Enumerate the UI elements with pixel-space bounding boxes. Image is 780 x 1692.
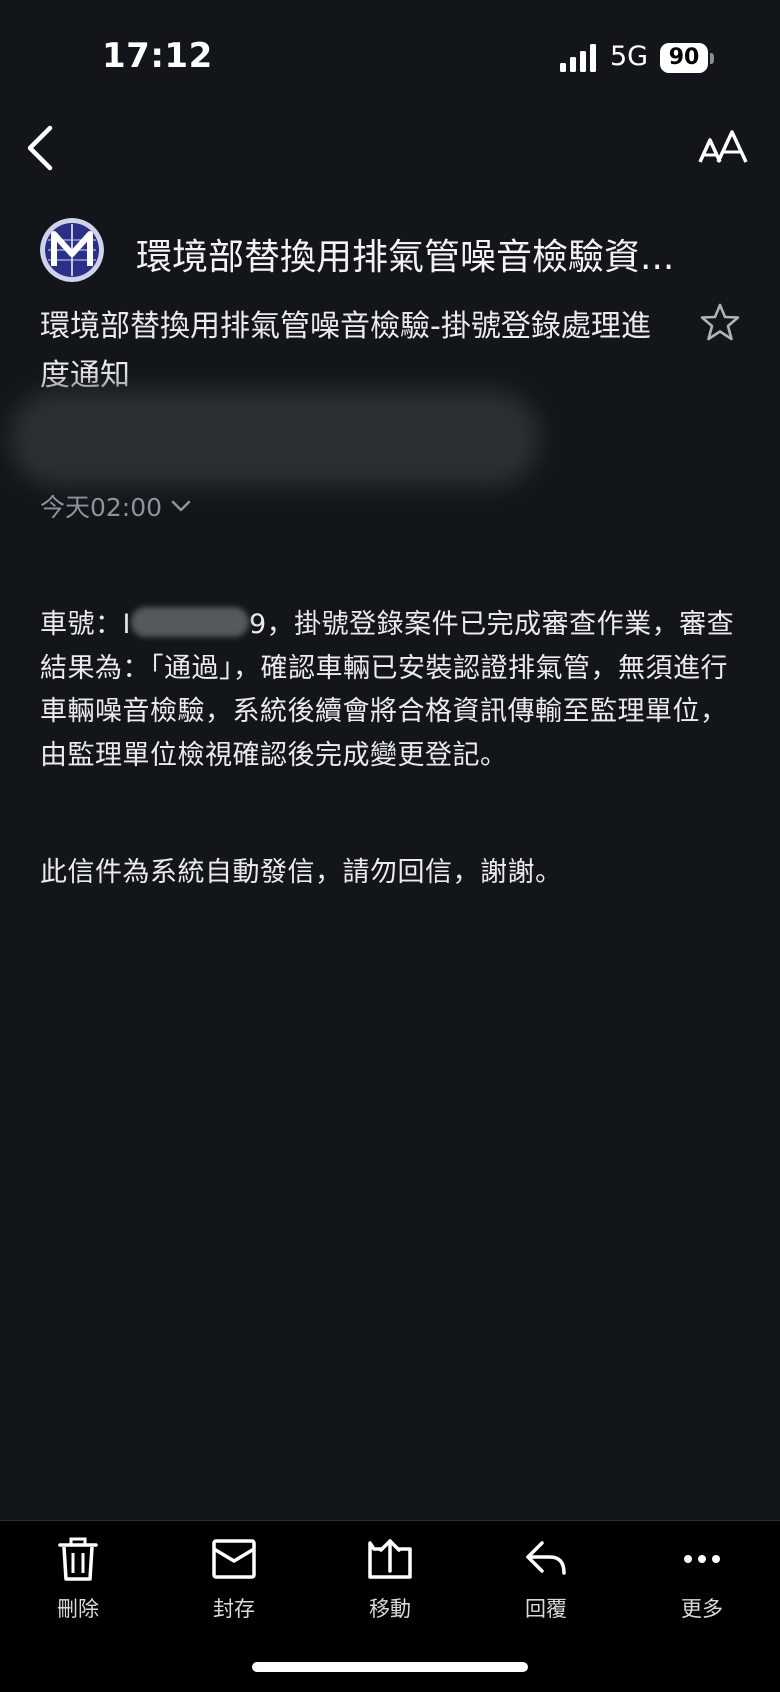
reply-label: 回覆: [525, 1597, 567, 1621]
reply-button[interactable]: 回覆: [491, 1535, 601, 1635]
move-label: 移動: [369, 1597, 411, 1621]
status-bar: 17:12 5G 90: [0, 0, 780, 110]
move-to-folder-icon: [368, 1539, 412, 1579]
sender-logo-icon: [40, 218, 104, 282]
delete-button[interactable]: 刪除: [23, 1535, 133, 1635]
plate-start: I: [122, 609, 131, 640]
email-body-note: 此信件為系統自動發信，請勿回信，謝謝。: [40, 857, 563, 888]
chevron-down-icon: [171, 500, 191, 512]
move-button[interactable]: 移動: [335, 1535, 445, 1635]
sender-avatar: [40, 218, 104, 282]
battery-level: 90: [660, 43, 708, 73]
email-body-paragraph: 車號：I 9，掛號登錄案件已完成審查作業，審查結果為：「通過」，確認車輛已安裝認證…: [40, 603, 740, 777]
back-button[interactable]: [22, 118, 62, 178]
text-size-icon: [698, 130, 748, 163]
star-button[interactable]: [700, 302, 740, 342]
archive-icon: [212, 1539, 256, 1579]
redacted-plate-number: [130, 607, 249, 637]
email-date: 今天02:00: [40, 493, 163, 522]
star-icon: [700, 303, 740, 341]
trash-icon: [58, 1537, 98, 1581]
more-dots-icon: [684, 1555, 720, 1563]
home-indicator[interactable]: [252, 1662, 528, 1672]
status-time: 17:12: [102, 36, 213, 76]
battery-tip: [710, 53, 714, 64]
email-date-toggle[interactable]: 今天02:00: [40, 488, 192, 524]
text-size-button[interactable]: [698, 128, 750, 168]
delete-label: 刪除: [57, 1597, 99, 1621]
more-label: 更多: [681, 1597, 723, 1621]
cellular-signal-icon: [560, 44, 596, 72]
archive-button[interactable]: 封存: [179, 1535, 289, 1635]
redacted-recipients: [10, 390, 540, 486]
archive-label: 封存: [213, 1597, 255, 1621]
sender-name: 環境部替換用排氣管噪音檢驗資...: [136, 237, 675, 278]
network-type: 5G: [610, 41, 649, 72]
chevron-left-icon: [27, 125, 53, 171]
reply-icon: [526, 1541, 566, 1575]
sender-row[interactable]: 環境部替換用排氣管噪音檢驗資...: [40, 218, 750, 284]
body-prefix: 車號：: [40, 609, 123, 640]
email-subject: 環境部替換用排氣管噪音檢驗-掛號登錄處理進度通知: [40, 309, 651, 393]
plate-end: 9: [248, 609, 267, 640]
more-button[interactable]: 更多: [647, 1535, 757, 1635]
